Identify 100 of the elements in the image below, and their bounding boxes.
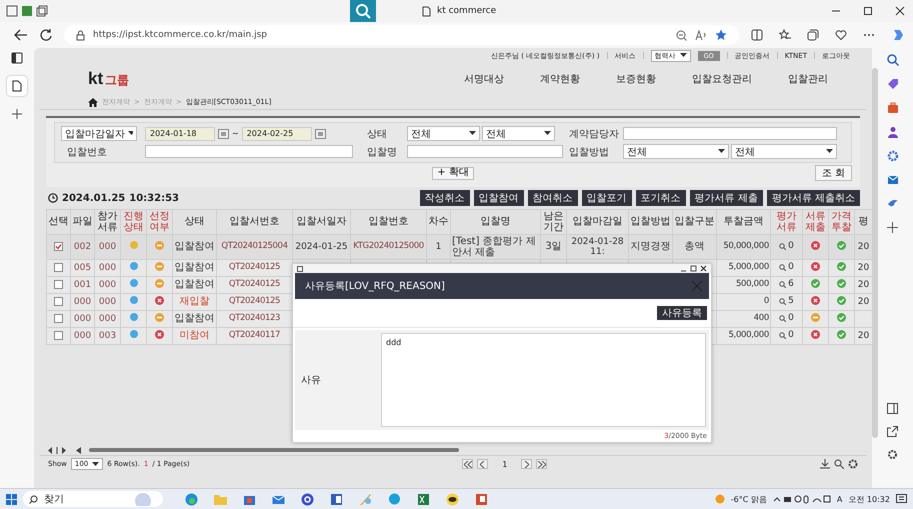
read-aloud-icon[interactable] (695, 30, 707, 40)
search-icon[interactable] (834, 459, 844, 469)
row-checkbox[interactable] (54, 280, 63, 289)
table-cell[interactable]: KTG20240125000 (350, 234, 426, 260)
window-icon[interactable] (6, 5, 18, 17)
next-page-button[interactable] (521, 459, 532, 469)
mail-icon[interactable] (272, 492, 285, 506)
first-page-button[interactable] (462, 459, 474, 469)
action-button[interactable]: 포기취소 (636, 190, 686, 206)
date-from-field[interactable]: 2024-01-18 (145, 126, 215, 140)
sidebar-toggle-icon[interactable] (11, 52, 23, 64)
input-method-indicator[interactable]: A (836, 494, 842, 504)
last-page-button[interactable] (536, 459, 548, 469)
browser-icon[interactable] (185, 492, 198, 506)
date-type-select[interactable]: 입찰마감일자 (61, 126, 137, 141)
bid-name-input[interactable] (407, 145, 563, 158)
logo[interactable]: kt 그룹 (88, 69, 130, 89)
calendar-icon[interactable] (314, 128, 326, 138)
status-detail-select[interactable]: 전체 (482, 126, 555, 141)
leaf-icon[interactable] (21, 5, 33, 17)
browser-tab[interactable]: kt commerce (422, 6, 496, 16)
nav-menu-item[interactable]: 계약현황 (540, 72, 580, 86)
row-checkbox[interactable] (54, 242, 63, 251)
taskbar-search[interactable]: 찾기 (23, 491, 163, 507)
table-cell[interactable]: QT20240125004 (216, 234, 292, 260)
document-icon[interactable] (330, 492, 343, 506)
back-icon[interactable] (14, 29, 28, 41)
calendar-icon[interactable] (218, 128, 229, 138)
row-checkbox[interactable] (54, 330, 63, 340)
manager-input[interactable] (623, 127, 837, 140)
expand-button[interactable]: + 확대 (432, 166, 474, 180)
search-button[interactable]: 조 회 (814, 165, 852, 181)
copilot-icon[interactable] (891, 28, 905, 42)
heart-icon[interactable] (835, 29, 847, 41)
presentation-icon[interactable] (475, 492, 488, 506)
row-checkbox[interactable] (54, 296, 63, 306)
close-icon[interactable] (895, 6, 905, 16)
address-bar[interactable]: https://ipst.ktcommerce.co.kr/main.jsp (64, 25, 739, 45)
previous-page-button[interactable] (477, 459, 488, 469)
nav-menu-item[interactable]: 보증현황 (616, 72, 656, 86)
search-icon[interactable] (779, 298, 786, 305)
nav-menu-item[interactable]: 입찰요청관리 (692, 72, 752, 86)
split-screen-icon[interactable] (887, 403, 898, 414)
external-link-icon[interactable] (887, 426, 898, 437)
chat-bubble-icon[interactable] (446, 492, 459, 506)
split-screen-icon[interactable] (751, 29, 763, 41)
spreadsheet-icon[interactable] (417, 492, 430, 506)
search-app-icon[interactable] (350, 0, 376, 22)
reason-textarea[interactable]: ddd (381, 333, 706, 427)
zoom-out-icon[interactable] (676, 30, 687, 40)
speech-bubble-icon[interactable] (388, 492, 401, 506)
refresh-icon[interactable] (40, 29, 52, 41)
nav-menu-item[interactable]: 서명대상 (464, 72, 504, 86)
settings-icon[interactable] (887, 449, 898, 460)
clock-time[interactable]: 오전 10:32 (848, 494, 890, 504)
action-button[interactable]: 참여취소 (528, 190, 578, 206)
horizontal-scrollbar[interactable] (89, 448, 459, 452)
star-icon[interactable] (715, 29, 727, 41)
scroll-left-icon[interactable] (76, 446, 81, 454)
bid-number-input[interactable] (145, 145, 353, 158)
maximize-icon[interactable] (863, 6, 873, 16)
row-checkbox[interactable] (54, 314, 63, 323)
search-icon[interactable] (779, 280, 786, 288)
action-button[interactable]: 입찰포기 (582, 190, 632, 206)
search-icon[interactable] (779, 242, 786, 250)
search-icon[interactable] (779, 264, 786, 271)
settings-icon[interactable] (848, 459, 858, 469)
search-icon[interactable] (779, 332, 786, 339)
person-icon[interactable] (886, 126, 898, 138)
tag-icon[interactable] (886, 78, 898, 90)
chat-icon[interactable] (301, 492, 314, 506)
status-select[interactable]: 전체 (407, 126, 480, 141)
tabs-icon[interactable] (36, 5, 48, 17)
favorites-icon[interactable] (779, 29, 791, 41)
briefcase-icon[interactable] (886, 102, 898, 114)
search-icon[interactable] (886, 54, 898, 66)
row-checkbox[interactable] (54, 262, 63, 272)
search-icon[interactable] (779, 314, 786, 322)
notification-icon[interactable] (896, 494, 907, 504)
date-to-field[interactable]: 2024-02-25 (242, 126, 312, 140)
system-tray-icons[interactable] (772, 494, 831, 504)
action-button[interactable]: 평가서류 제출취소 (766, 190, 860, 206)
mail-icon[interactable] (886, 174, 898, 186)
page-number[interactable]: 1 (502, 460, 508, 468)
action-button[interactable]: 평가서류 제출 (690, 190, 763, 206)
home-icon[interactable] (88, 98, 98, 106)
maximize-icon[interactable] (690, 265, 697, 272)
gear-icon[interactable] (886, 150, 898, 162)
page-tab-icon[interactable] (7, 76, 27, 96)
close-icon[interactable] (700, 265, 707, 272)
method-select[interactable]: 전체 (623, 144, 729, 159)
action-button[interactable]: 입찰참여 (474, 190, 524, 206)
method-detail-select[interactable]: 전체 (731, 144, 837, 159)
nav-menu-item[interactable]: 입찰관리 (788, 72, 828, 86)
register-reason-button[interactable]: 사유등록 (657, 306, 707, 320)
collections-icon[interactable] (807, 29, 819, 41)
download-icon[interactable] (820, 459, 830, 469)
scroll-arrows-icon[interactable] (48, 446, 68, 454)
plus-icon[interactable] (11, 108, 23, 120)
start-icon[interactable] (6, 494, 17, 504)
